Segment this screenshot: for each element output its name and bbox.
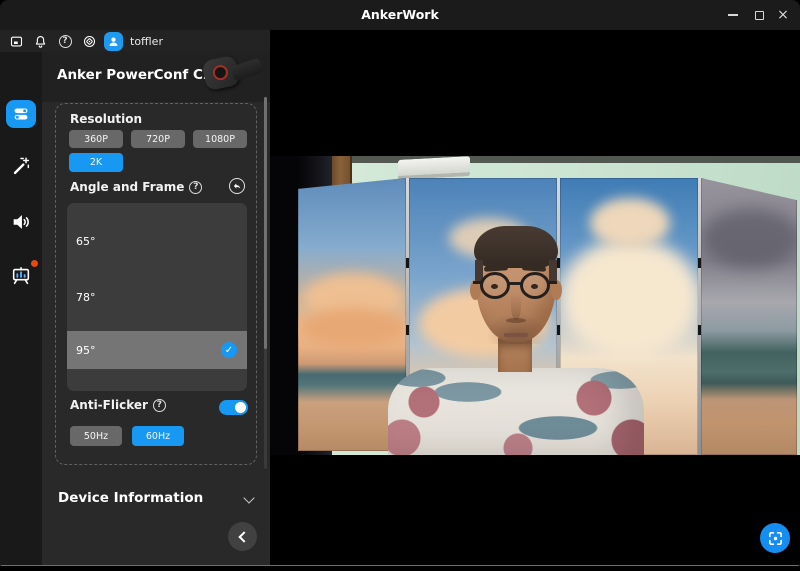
glasses-temple bbox=[549, 281, 557, 284]
panel-scrollbar[interactable] bbox=[264, 97, 267, 469]
resolution-360p-button[interactable]: 360P bbox=[69, 130, 123, 148]
device-information-row[interactable]: Device Information bbox=[42, 484, 270, 514]
close-button[interactable]: × bbox=[772, 0, 794, 30]
webcam-video-preview bbox=[270, 156, 800, 455]
device-settings-panel: Anker PowerConf C200 Resolution 360P 720… bbox=[42, 52, 270, 566]
flicker-60hz-button[interactable]: 60Hz bbox=[132, 426, 184, 446]
angle-option-65[interactable]: 65° bbox=[67, 222, 247, 260]
glasses-lens bbox=[520, 272, 550, 299]
angle-option-95-label: 95° bbox=[76, 344, 96, 357]
notification-dot bbox=[31, 260, 38, 267]
angle-frame-label: Angle and Frame bbox=[70, 180, 184, 194]
glasses-bridge bbox=[509, 282, 521, 285]
header-bar: ? toffler bbox=[0, 30, 270, 52]
device-information-label: Device Information bbox=[58, 490, 203, 506]
mouth bbox=[504, 333, 528, 337]
check-icon: ✓ bbox=[221, 342, 237, 358]
glasses-lens bbox=[480, 272, 510, 299]
minimize-icon bbox=[728, 14, 738, 16]
floral-shirt-torso bbox=[388, 368, 644, 455]
user-avatar[interactable] bbox=[104, 32, 123, 51]
auto-framing-button[interactable] bbox=[760, 523, 790, 553]
webcam-lens-ring bbox=[212, 64, 230, 82]
toggle-knob bbox=[235, 402, 246, 413]
nav-effects[interactable] bbox=[6, 152, 36, 180]
camera-settings-group: Resolution 360P 720P 1080P 2K Angle and … bbox=[55, 103, 257, 465]
nav-camera-settings[interactable] bbox=[6, 100, 36, 128]
app-title: AnkerWork bbox=[0, 0, 800, 30]
angle-help-icon[interactable]: ? bbox=[189, 181, 202, 194]
person-in-video bbox=[270, 156, 800, 455]
camera-controls-icon bbox=[10, 103, 32, 125]
speaker-icon bbox=[10, 211, 32, 233]
minimize-button[interactable] bbox=[722, 0, 744, 30]
chevron-left-icon bbox=[238, 531, 249, 542]
nav-audio[interactable] bbox=[6, 208, 36, 236]
maximize-icon bbox=[755, 11, 764, 20]
angle-reset-button[interactable] bbox=[229, 178, 245, 194]
anti-flicker-header: Anti-Flicker ? bbox=[70, 398, 166, 412]
ankerwork-window: AnkerWork × ? toffler bbox=[0, 0, 800, 566]
collapse-panel-button[interactable] bbox=[228, 522, 257, 551]
anti-flicker-toggle[interactable] bbox=[219, 400, 248, 415]
person-icon bbox=[106, 34, 121, 49]
notifications-bell-icon[interactable] bbox=[32, 33, 48, 49]
firmware-update-icon[interactable] bbox=[81, 33, 97, 49]
resolution-720p-button[interactable]: 720P bbox=[131, 130, 185, 148]
nav-rail bbox=[0, 52, 42, 566]
video-preview-area bbox=[270, 30, 800, 566]
magic-wand-icon bbox=[10, 155, 32, 177]
help-icon[interactable]: ? bbox=[57, 33, 73, 49]
resolution-label: Resolution bbox=[70, 112, 142, 126]
device-image bbox=[190, 52, 266, 102]
anti-flicker-help-icon[interactable]: ? bbox=[153, 399, 166, 412]
flicker-50hz-button[interactable]: 50Hz bbox=[70, 426, 122, 446]
maximize-button[interactable] bbox=[748, 0, 770, 30]
username-label: toffler bbox=[130, 35, 163, 48]
reset-arrow-icon bbox=[232, 181, 242, 191]
nose-base-shadow bbox=[506, 318, 526, 323]
nose-shadow bbox=[511, 294, 521, 320]
resolution-2k-button[interactable]: 2K bbox=[69, 153, 123, 172]
angle-option-95-selected[interactable]: 95° ✓ bbox=[67, 331, 247, 369]
presentation-chart-icon bbox=[10, 265, 32, 287]
anti-flicker-label: Anti-Flicker bbox=[70, 398, 148, 412]
glasses-temple bbox=[473, 281, 481, 284]
angle-frame-header: Angle and Frame ? bbox=[70, 180, 202, 194]
angle-option-78[interactable]: 78° bbox=[67, 278, 247, 316]
resolution-1080p-button[interactable]: 1080P bbox=[193, 130, 247, 148]
scrollbar-thumb[interactable] bbox=[264, 97, 267, 349]
angle-options-list: 65° 78° 95° ✓ bbox=[67, 203, 247, 391]
hair bbox=[474, 226, 558, 268]
devices-icon[interactable] bbox=[8, 33, 24, 49]
framing-corners-icon bbox=[767, 530, 784, 547]
chevron-down-icon bbox=[243, 492, 254, 503]
device-header: Anker PowerConf C200 bbox=[42, 52, 270, 102]
title-bar: AnkerWork × bbox=[0, 0, 800, 30]
